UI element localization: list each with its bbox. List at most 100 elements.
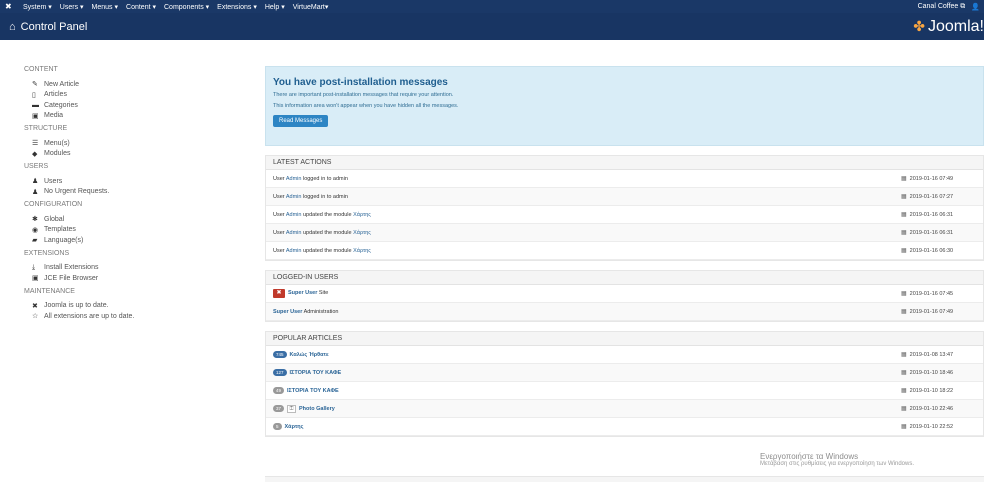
read-messages-button[interactable]: Read Messages	[273, 115, 329, 127]
date-text: 2019-01-16 06:31	[909, 229, 954, 236]
module-link[interactable]: Χάρτης	[353, 212, 371, 218]
module-link[interactable]: Χάρτης	[353, 230, 371, 236]
sidebar-item-menus[interactable]: ☰ Menu(s)	[24, 138, 254, 149]
users-icon: ♟	[32, 178, 39, 186]
action-desc: updated the module	[301, 211, 354, 218]
sidebar-heading-extensions: EXTENSIONS	[24, 249, 70, 257]
table-row: 127 ΙΣΤΟΡΙΑ ΤΟΥ ΚΑΦΕ ▦ 2019-01-10 18:46	[266, 364, 983, 382]
article-link[interactable]: Χάρτης	[285, 424, 304, 430]
hits-badge: 37	[273, 404, 285, 412]
main-content: You have post-installation messages Ther…	[265, 66, 984, 437]
user-link[interactable]: Admin	[286, 248, 302, 254]
joomla-logo-icon: ✤	[913, 18, 925, 34]
article-link[interactable]: Photo Gallery	[299, 406, 335, 412]
sidebar-item-modules[interactable]: ◆ Modules	[24, 149, 254, 160]
row-date: ▦ 2019-01-16 06:31	[901, 229, 976, 237]
date-text: 2019-01-16 06:30	[909, 247, 954, 254]
eye-icon: ◉	[32, 226, 39, 234]
site-link[interactable]: Canal Coffee ⧉	[918, 3, 966, 11]
article-link[interactable]: ΙΣΤΟΡΙΑ ΤΟΥ ΚΑΦΕ	[287, 388, 339, 394]
user-link[interactable]: Admin	[286, 212, 302, 218]
user-name-link[interactable]: Super User	[288, 290, 317, 296]
menu-help[interactable]: Help ▾	[265, 3, 285, 11]
sidebar-item-categories[interactable]: ▬ Categories	[24, 100, 254, 111]
sidebar-item-articles[interactable]: ▯ Articles	[24, 90, 254, 101]
joomla-icon[interactable]: ✖	[5, 2, 19, 11]
row-date: ▦ 2019-01-10 22:52	[901, 423, 976, 431]
joomla-icon: ✖	[32, 302, 38, 310]
alert-title: You have post-installation messages	[273, 77, 448, 88]
sidebar-item-languages[interactable]: ▰ Language(s)	[24, 235, 254, 246]
calendar-icon: ▦	[901, 309, 907, 315]
upload-icon: ⤓	[32, 263, 36, 271]
user-icon[interactable]: 👤	[971, 3, 980, 11]
action-text: User Admin updated the module Χάρτης	[273, 248, 901, 254]
menu-users[interactable]: Users ▾	[60, 3, 84, 11]
sidebar-item-joomla-up-to-date[interactable]: ✖ Joomla is up to date.	[24, 301, 254, 312]
latest-actions-panel: LATEST ACTIONS User Admin logged in to a…	[265, 155, 984, 261]
calendar-icon: ▦	[901, 291, 907, 297]
sidebar-item-requests[interactable]: ♟ No Urgent Requests.	[24, 187, 254, 198]
menu-menus[interactable]: Menus ▾	[92, 3, 118, 11]
calendar-icon: ▦	[901, 370, 907, 376]
module-link[interactable]: Χάρτης	[353, 248, 371, 254]
menu-extensions[interactable]: Extensions ▾	[217, 3, 257, 11]
action-prefix: User	[273, 229, 286, 236]
calendar-icon: ▦	[901, 194, 907, 200]
home-icon: ⌂	[9, 20, 16, 33]
action-prefix: User	[273, 175, 286, 182]
client-name: Site	[317, 290, 329, 296]
action-desc: updated the module	[301, 247, 354, 254]
sidebar-item-templates[interactable]: ◉ Templates	[24, 225, 254, 236]
calendar-icon: ▦	[901, 388, 907, 394]
date-text: 2019-01-16 07:45	[909, 290, 954, 297]
star-icon: ☆	[32, 313, 39, 321]
table-row: User Admin updated the module Χάρτης ▦ 201…	[266, 224, 983, 242]
menu-system[interactable]: System ▾	[23, 3, 52, 11]
table-row: 49 ΙΣΤΟΡΙΑ ΤΟΥ ΚΑΦΕ ▦ 2019-01-10 18:22	[266, 382, 983, 400]
panel-heading: LOGGED-IN USERS	[266, 271, 983, 285]
date-text: 2019-01-10 18:22	[909, 387, 954, 394]
menu-components[interactable]: Components ▾	[164, 3, 209, 11]
panel-heading: POPULAR ARTICLES	[266, 332, 983, 346]
table-row: User Admin updated the module Χάρτης ▦ 201…	[266, 242, 983, 260]
menu-virtuemart[interactable]: VirtueMart▾	[293, 3, 329, 11]
article-link[interactable]: ΙΣΤΟΡΙΑ ΤΟΥ ΚΑΦΕ	[290, 370, 342, 376]
article-link[interactable]: Καλώς Ήρθατε	[290, 352, 329, 358]
image-icon: ▣	[32, 275, 39, 283]
next-panel-edge	[265, 476, 984, 482]
panel-heading: LATEST ACTIONS	[266, 156, 983, 170]
alert-line-2: This information area won't appear when …	[273, 103, 459, 109]
post-installation-alert: You have post-installation messages Ther…	[265, 66, 984, 146]
sidebar-heading-maintenance: MAINTENANCE	[24, 287, 75, 295]
table-row: ✖ Super User Site ▦ 2019-01-16 07:45	[266, 285, 983, 303]
sidebar-item-extensions-up-to-date[interactable]: ☆ All extensions are up to date.	[24, 311, 254, 322]
article-cell: 745 Καλώς Ήρθατε	[273, 351, 901, 358]
user-name-link[interactable]: Super User	[273, 309, 302, 315]
sidebar-item-media[interactable]: ▣ Media	[24, 111, 254, 122]
page-header: ⌂ Control Panel ✤ Joomla!	[0, 13, 984, 40]
sidebar: CONTENT ✎ New Article ▯ Articles ▬ Categori…	[24, 66, 254, 322]
table-row: User Admin logged in to admin ▦ 2019-01-16…	[266, 170, 983, 188]
calendar-icon: ▦	[901, 352, 907, 358]
action-text: User Admin updated the module Χάρτης	[273, 230, 901, 236]
user-link[interactable]: Admin	[286, 176, 302, 182]
logout-icon[interactable]: ✖	[273, 289, 285, 298]
table-row: User Admin updated the module Χάρτης ▦ 201…	[266, 206, 983, 224]
article-cell: 37 ⚿ Photo Gallery	[273, 404, 901, 413]
client-name: Administration	[302, 308, 339, 315]
user-link[interactable]: Admin	[286, 230, 302, 236]
menu-content[interactable]: Content ▾	[126, 3, 156, 11]
sidebar-item-new-article[interactable]: ✎ New Article	[24, 79, 254, 90]
sidebar-item-users[interactable]: ♟ Users	[24, 176, 254, 187]
date-text: 2019-01-08 13:47	[909, 351, 954, 358]
hits-badge: 745	[273, 351, 287, 358]
user-link[interactable]: Admin	[286, 194, 302, 200]
calendar-icon: ▦	[901, 248, 907, 254]
row-date: ▦ 2019-01-16 07:49	[901, 308, 976, 316]
sidebar-item-jce-file-browser[interactable]: ▣ JCE File Browser	[24, 273, 254, 284]
sidebar-item-global[interactable]: ✱ Global	[24, 214, 254, 225]
sidebar-item-install-extensions[interactable]: ⤓ Install Extensions	[24, 263, 254, 274]
joomla-logo-text: Joomla!	[927, 17, 984, 35]
sidebar-heading-structure: STRUCTURE	[24, 125, 68, 132]
